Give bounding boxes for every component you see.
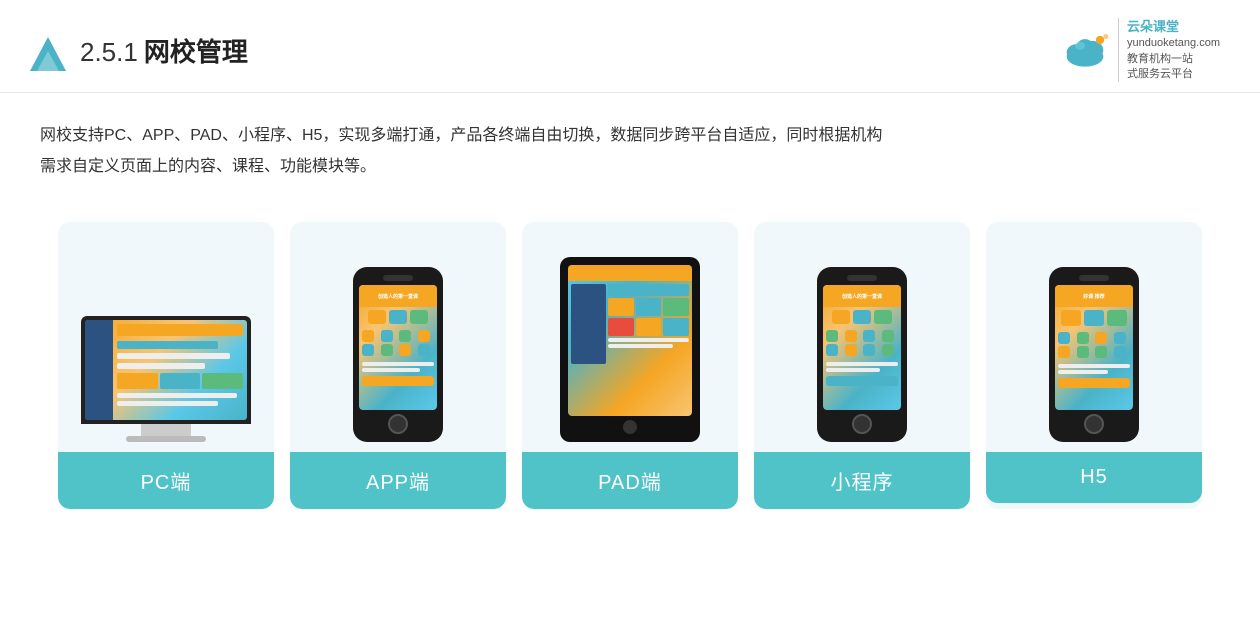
phone-mock-h5: 好课 推荐	[1049, 267, 1139, 442]
card-mini-label: 小程序	[754, 452, 970, 509]
card-mini: 创造人的第一堂课	[754, 222, 970, 509]
phone-mock-mini: 创造人的第一堂课	[817, 267, 907, 442]
card-h5: 好课 推荐	[986, 222, 1202, 509]
brand-name: 云朵课堂	[1127, 18, 1220, 36]
title-number: 2.5.1	[80, 37, 138, 68]
card-app-image: 创造人的第一堂课	[290, 222, 506, 452]
card-pad-image	[522, 222, 738, 452]
page-header: 2.5.1 网校管理 云朵课堂 yunduoketang.com 教育机构一站 …	[0, 0, 1260, 93]
phone-mock-app: 创造人的第一堂课	[353, 267, 443, 442]
card-pc-label: PC端	[58, 452, 274, 509]
card-app: 创造人的第一堂课	[290, 222, 506, 509]
card-mini-image: 创造人的第一堂课	[754, 222, 970, 452]
monitor-mock	[81, 316, 251, 442]
header-left: 2.5.1 网校管理	[30, 29, 248, 71]
description-line2: 需求自定义页面上的内容、课程、功能模块等。	[40, 152, 1220, 182]
page-title-section: 2.5.1 网校管理	[80, 32, 248, 69]
card-h5-image: 好课 推荐	[986, 222, 1202, 452]
brand-logo: 云朵课堂 yunduoketang.com 教育机构一站 式服务云平台	[1060, 18, 1220, 82]
cards-section: PC端 创造人的第一堂课	[0, 192, 1260, 509]
card-h5-label: H5	[986, 452, 1202, 503]
brand-domain: yunduoketang.com	[1127, 36, 1220, 51]
card-pad-label: PAD端	[522, 452, 738, 509]
card-pc: PC端	[58, 222, 274, 509]
brand-text-block: 云朵课堂 yunduoketang.com 教育机构一站 式服务云平台	[1118, 18, 1220, 82]
monitor-screen-wrap	[81, 316, 251, 424]
description-text: 网校支持PC、APP、PAD、小程序、H5，实现多端打通，产品各终端自由切换，数…	[0, 93, 1260, 192]
tablet-mock	[560, 257, 700, 442]
card-pad: PAD端	[522, 222, 738, 509]
brand-tagline2: 式服务云平台	[1127, 67, 1220, 82]
logo-icon	[30, 29, 66, 71]
monitor-screen	[85, 320, 247, 420]
brand-tagline1: 教育机构一站	[1127, 52, 1220, 67]
page-title: 网校管理	[144, 32, 248, 69]
card-pc-image	[58, 222, 274, 452]
card-app-label: APP端	[290, 452, 506, 509]
cloud-icon	[1060, 31, 1110, 69]
description-line1: 网校支持PC、APP、PAD、小程序、H5，实现多端打通，产品各终端自由切换，数…	[40, 121, 1220, 151]
